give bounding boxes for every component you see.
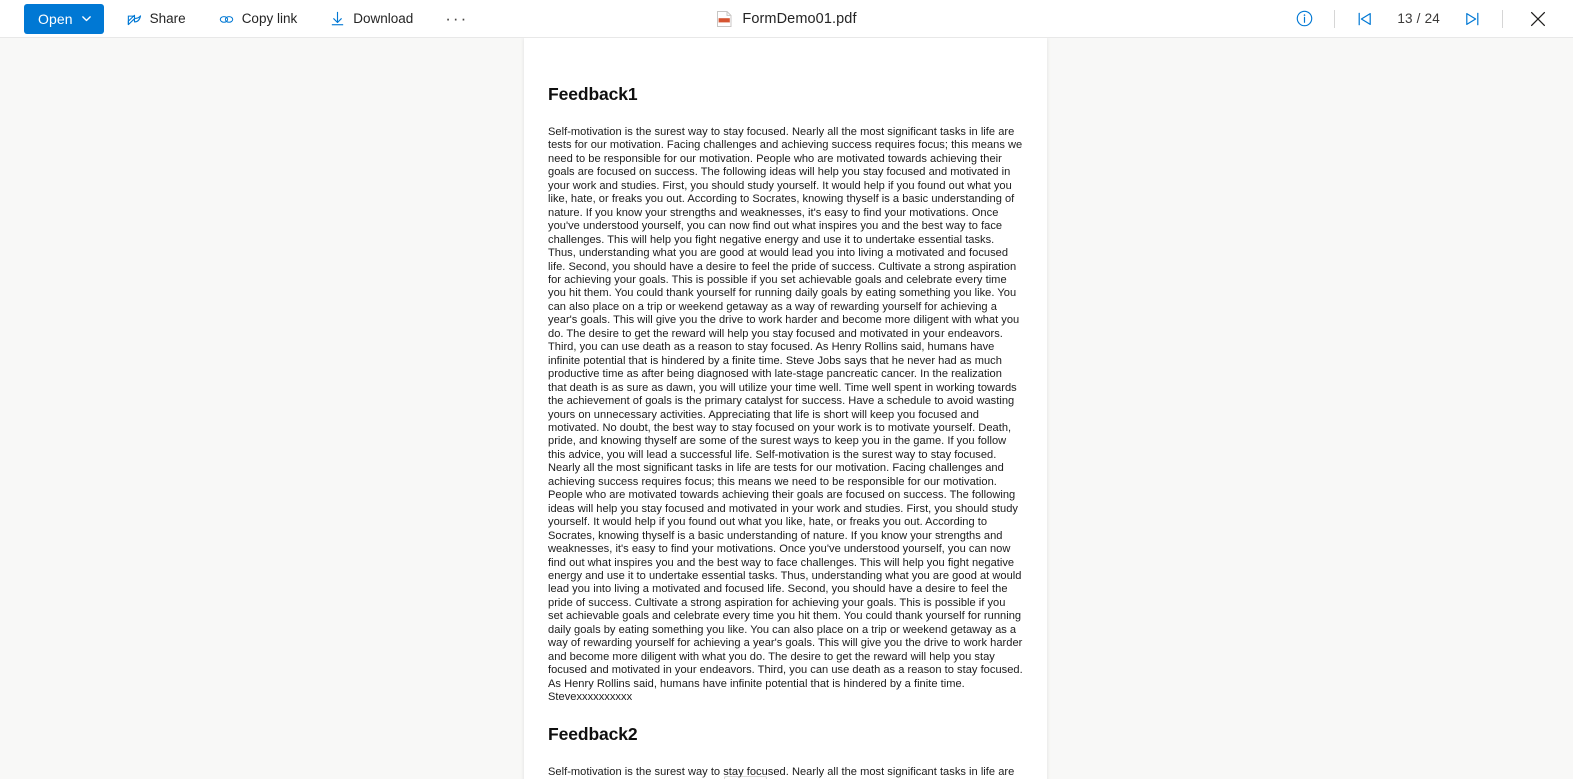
download-arrow-icon [329, 10, 346, 27]
toolbar-separator-left [1334, 9, 1336, 28]
section-body-feedback1: Self-motivation is the surest way to sta… [548, 126, 1023, 704]
open-button[interactable]: Open [24, 3, 104, 34]
download-label: Download [353, 11, 414, 26]
share-label: Share [149, 11, 186, 26]
share-button[interactable]: Share [116, 3, 196, 35]
toolbar-separator-right [1502, 9, 1503, 28]
share-icon [126, 10, 143, 27]
toolbar-right-group: 13 / 24 [1288, 2, 1573, 36]
section-heading-feedback1: Feedback1 [548, 84, 638, 104]
toolbar-left-group: Open Share Copy link Download ··· [0, 3, 476, 35]
app-toolbar: Open Share Copy link Download ··· FormDe… [0, 0, 1573, 38]
chevron-down-icon [81, 13, 92, 24]
copy-link-button[interactable]: Copy link [208, 3, 308, 35]
section-heading-feedback2: Feedback2 [548, 724, 638, 745]
copy-link-label: Copy link [241, 11, 298, 26]
info-circle-icon[interactable] [1288, 3, 1320, 35]
download-button[interactable]: Download [319, 3, 423, 35]
previous-page-button[interactable] [1349, 3, 1381, 35]
pdf-viewer-canvas[interactable]: Feedback1 Self-motivation is the surest … [0, 38, 1573, 779]
link-icon [218, 10, 235, 27]
close-x-icon[interactable] [1521, 2, 1555, 36]
pdf-page: Feedback1 Self-motivation is the surest … [524, 38, 1047, 779]
next-page-button[interactable] [1456, 3, 1488, 35]
page-indicator: 13 / 24 [1397, 11, 1440, 26]
pdf-page-content: Feedback1 Self-motivation is the surest … [524, 84, 1047, 779]
open-button-label: Open [38, 10, 73, 27]
floating-page-controls[interactable]: of 2 [724, 771, 939, 779]
more-horizontal-icon[interactable]: ··· [437, 4, 476, 34]
page-title: FormDemo01.pdf [742, 10, 857, 27]
pdf-file-icon [716, 10, 733, 28]
